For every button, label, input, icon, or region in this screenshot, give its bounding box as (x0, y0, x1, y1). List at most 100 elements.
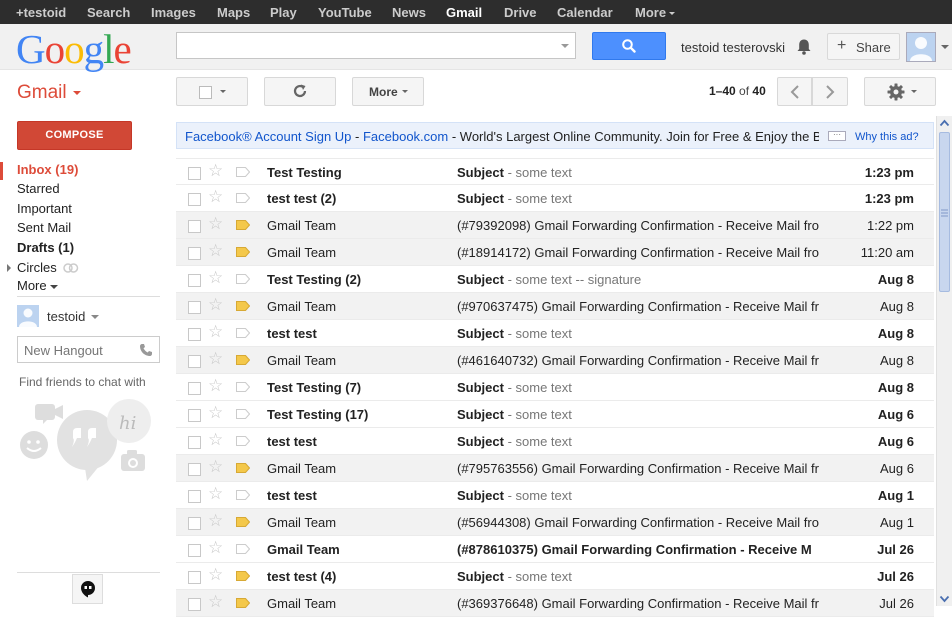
newer-button[interactable] (777, 77, 812, 106)
row-checkbox[interactable] (188, 167, 201, 180)
sidebar-item-sent[interactable]: Sent Mail (17, 220, 71, 235)
star-icon[interactable]: ☆ (208, 485, 223, 503)
select-checkbox[interactable] (199, 86, 212, 99)
settings-button[interactable] (864, 77, 936, 106)
topbar-item-play[interactable]: Play (270, 5, 297, 20)
message-row[interactable]: ☆ Test Testing (17) Subject - some text Aug… (176, 401, 934, 428)
row-checkbox[interactable] (188, 571, 201, 584)
message-row[interactable]: ☆ Gmail Team (#461640732) Gmail Forwarding… (176, 347, 934, 374)
message-row[interactable]: ☆ Gmail Team (#18914172) Gmail Forwarding … (176, 239, 934, 266)
row-checkbox[interactable] (188, 436, 201, 449)
star-icon[interactable]: ☆ (208, 350, 223, 368)
topbar-item-drive[interactable]: Drive (504, 5, 537, 20)
sidebar-item-inbox[interactable]: Inbox (19) (17, 162, 78, 177)
topbar-item-maps[interactable]: Maps (217, 5, 250, 20)
search-button[interactable] (592, 32, 666, 60)
message-row[interactable]: ☆ Test Testing (2) Subject - some text -- … (176, 266, 934, 293)
row-checkbox[interactable] (188, 247, 201, 260)
message-row[interactable]: ☆ test test Subject - some text Aug 6 (176, 428, 934, 455)
sidebar-item-starred[interactable]: Starred (17, 181, 60, 196)
importance-marker-icon[interactable] (236, 436, 250, 446)
chat-avatar[interactable] (17, 305, 39, 327)
compose-button[interactable]: COMPOSE (17, 121, 132, 150)
star-icon[interactable]: ☆ (208, 539, 223, 557)
account-name[interactable]: testoid testerovski (681, 40, 785, 55)
sidebar-item-more[interactable]: More (17, 278, 58, 293)
chevron-down-icon[interactable] (941, 45, 949, 49)
why-this-ad-link[interactable]: Why this ad? (855, 131, 919, 143)
star-icon[interactable]: ☆ (208, 242, 223, 260)
row-checkbox[interactable] (188, 517, 201, 530)
importance-marker-icon[interactable] (236, 490, 250, 500)
importance-marker-icon[interactable] (236, 301, 250, 311)
refresh-button[interactable] (264, 77, 336, 106)
star-icon[interactable]: ☆ (208, 512, 223, 530)
ad-link-domain[interactable]: Facebook.com (363, 129, 448, 144)
star-icon[interactable]: ☆ (208, 458, 223, 476)
row-checkbox[interactable] (188, 301, 201, 314)
row-checkbox[interactable] (188, 409, 201, 422)
importance-marker-icon[interactable] (236, 463, 250, 473)
chevron-down-icon[interactable] (91, 315, 99, 319)
topbar-item-gmail[interactable]: Gmail (446, 5, 482, 20)
star-icon[interactable]: ☆ (208, 323, 223, 341)
topbar-item-youtube[interactable]: YouTube (318, 5, 372, 20)
row-checkbox[interactable] (188, 274, 201, 287)
star-icon[interactable]: ☆ (208, 296, 223, 314)
message-row[interactable]: ☆ Gmail Team (#878610375) Gmail Forwarding… (176, 536, 934, 563)
message-row[interactable]: ☆ test test Subject - some text Aug 8 (176, 320, 934, 347)
importance-marker-icon[interactable] (236, 571, 250, 581)
message-row[interactable]: ☆ Test Testing (7) Subject - some text Aug … (176, 374, 934, 401)
select-all-button[interactable] (176, 77, 248, 106)
scrollbar[interactable] (936, 116, 952, 606)
gmail-app-menu[interactable]: Gmail (17, 82, 81, 104)
topbar-item-news[interactable]: News (392, 5, 426, 20)
star-icon[interactable]: ☆ (208, 431, 223, 449)
star-icon[interactable]: ☆ (208, 566, 223, 584)
star-icon[interactable]: ☆ (208, 377, 223, 395)
topbar-item-profile[interactable]: +testoid (16, 5, 66, 20)
search-input[interactable] (181, 33, 555, 59)
scroll-down-arrow-icon[interactable] (937, 591, 952, 606)
chevron-down-icon[interactable] (220, 90, 226, 93)
new-hangout-input[interactable] (22, 338, 136, 362)
importance-marker-icon[interactable] (236, 274, 250, 284)
importance-marker-icon[interactable] (236, 328, 250, 338)
importance-marker-icon[interactable] (236, 544, 250, 554)
importance-marker-icon[interactable] (236, 598, 250, 608)
row-checkbox[interactable] (188, 328, 201, 341)
notification-bell-icon[interactable] (795, 38, 813, 56)
row-checkbox[interactable] (188, 490, 201, 503)
importance-marker-icon[interactable] (236, 247, 250, 257)
search-options-icon[interactable] (561, 44, 569, 48)
row-checkbox[interactable] (188, 382, 201, 395)
star-icon[interactable]: ☆ (208, 215, 223, 233)
message-row[interactable]: ☆ Gmail Team (#79392098) Gmail Forwarding … (176, 212, 934, 239)
sidebar-item-drafts[interactable]: Drafts (1) (17, 240, 74, 255)
message-row[interactable]: ☆ test test (2) Subject - some text 1:23 pm (176, 185, 934, 212)
share-button[interactable]: + Share (827, 33, 900, 60)
star-icon[interactable]: ☆ (208, 593, 223, 611)
message-row[interactable]: ☆ Gmail Team (#795763556) Gmail Forwarding… (176, 455, 934, 482)
message-row[interactable]: ☆ Gmail Team (#970637475) Gmail Forwarding… (176, 293, 934, 320)
topbar-item-search[interactable]: Search (87, 5, 130, 20)
chat-username[interactable]: testoid (47, 309, 85, 324)
importance-marker-icon[interactable] (236, 517, 250, 527)
importance-marker-icon[interactable] (236, 220, 250, 230)
star-icon[interactable]: ☆ (208, 269, 223, 287)
message-row[interactable]: ☆ Test Testing Subject - some text 1:23 pm (176, 158, 934, 185)
star-icon[interactable]: ☆ (208, 162, 223, 180)
importance-marker-icon[interactable] (236, 355, 250, 365)
row-checkbox[interactable] (188, 544, 201, 557)
ad-options-icon[interactable]: ··· (828, 131, 846, 141)
star-icon[interactable]: ☆ (208, 188, 223, 206)
importance-marker-icon[interactable] (236, 193, 250, 203)
topbar-item-more[interactable]: More (635, 5, 676, 20)
message-row[interactable]: ☆ Gmail Team (#56944308) Gmail Forwarding … (176, 509, 934, 536)
importance-marker-icon[interactable] (236, 167, 250, 177)
sidebar-item-important[interactable]: Important (17, 201, 72, 216)
more-actions-button[interactable]: More (352, 77, 424, 106)
avatar[interactable] (906, 32, 936, 62)
row-checkbox[interactable] (188, 598, 201, 611)
google-logo[interactable]: Google (16, 27, 132, 71)
